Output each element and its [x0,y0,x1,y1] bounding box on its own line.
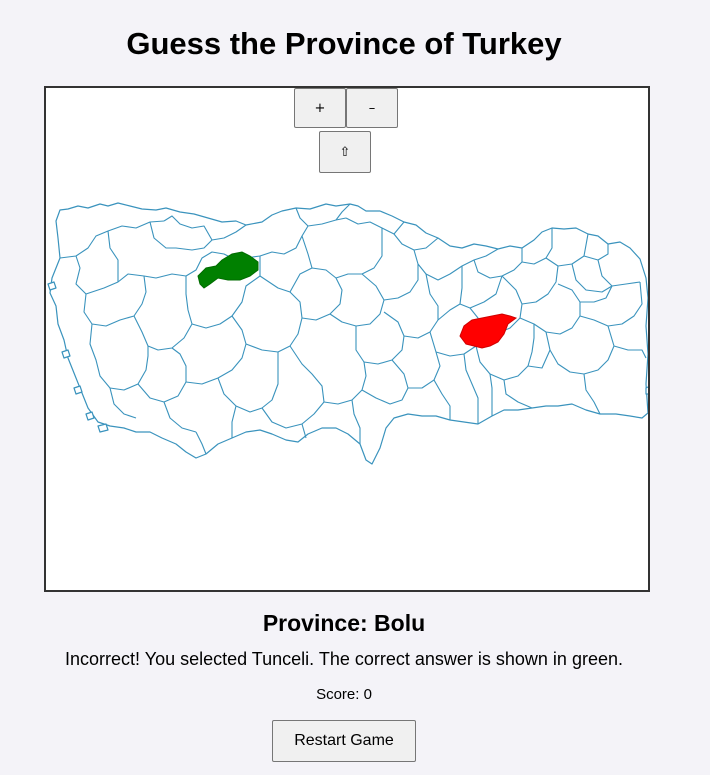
province-prompt: Province: Bolu [262,610,426,636]
reset-view-button[interactable]: ⇧ [319,131,371,173]
zoom-in-button[interactable]: + [294,88,346,128]
game-page: Guess the Province of Turkey + – ⇧ Provi… [0,0,710,775]
zoom-out-button[interactable]: – [346,88,398,128]
page-title: Guess the Province of Turkey [126,26,562,61]
feedback-message: Incorrect! You selected Tunceli. The cor… [65,649,623,669]
map-container[interactable]: + – ⇧ [44,86,650,592]
score-display: Score: 0 [316,686,372,703]
restart-game-button[interactable]: Restart Game [272,720,416,762]
